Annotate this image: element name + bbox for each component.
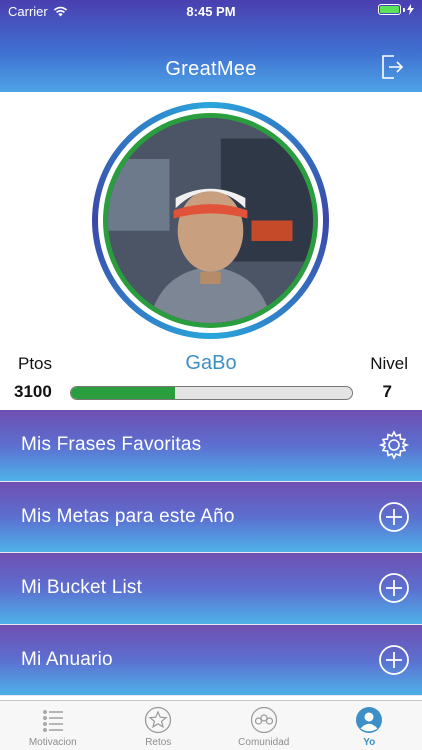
level-value: 7 bbox=[382, 382, 392, 401]
logout-icon[interactable] bbox=[380, 54, 404, 80]
avatar-photo bbox=[108, 118, 313, 323]
plus-circle-icon[interactable] bbox=[378, 572, 410, 604]
menu-item-frases-favoritas[interactable]: Mis Frases Favoritas bbox=[0, 410, 422, 482]
tab-bar: Motivacion Retos Comunidad Yo bbox=[0, 700, 422, 750]
menu-item-label: Mis Frases Favoritas bbox=[21, 434, 202, 456]
list-icon bbox=[42, 710, 63, 732]
tab-label: Yo bbox=[363, 737, 376, 748]
tab-comunidad[interactable]: Comunidad bbox=[211, 701, 317, 750]
avatar[interactable] bbox=[108, 118, 313, 323]
menu-item-bucket-list[interactable]: Mi Bucket List bbox=[0, 553, 422, 625]
tab-yo[interactable]: Yo bbox=[317, 701, 422, 750]
status-time: 8:45 PM bbox=[186, 4, 236, 19]
level-label: Nivel bbox=[370, 354, 408, 373]
menu-item-label: Mi Anuario bbox=[21, 648, 113, 670]
username: GaBo bbox=[185, 352, 237, 374]
charging-bolt-icon bbox=[407, 4, 414, 15]
points-value: 3100 bbox=[14, 382, 52, 401]
tab-motivacion[interactable]: Motivacion bbox=[0, 701, 106, 750]
menu-item-metas[interactable]: Mis Metas para este Año bbox=[0, 481, 422, 553]
user-icon bbox=[356, 707, 383, 733]
star-icon bbox=[145, 706, 172, 734]
tab-label: Retos bbox=[145, 737, 172, 748]
gear-icon[interactable] bbox=[378, 429, 410, 461]
profile-section: Ptos GaBo Nivel 3100 7 bbox=[0, 92, 422, 410]
plus-circle-icon[interactable] bbox=[378, 644, 410, 676]
menu-item-label: Mis Metas para este Año bbox=[21, 505, 235, 527]
level-progress-bar bbox=[70, 386, 353, 400]
menu-item-anuario[interactable]: Mi Anuario bbox=[0, 624, 422, 696]
tab-retos[interactable]: Retos bbox=[106, 701, 212, 750]
menu-list: Mis Frases Favoritas Mis Metas para este… bbox=[0, 410, 422, 696]
app-header: Carrier 8:45 PM GreatMee bbox=[0, 0, 422, 92]
battery-icon bbox=[378, 4, 414, 15]
plus-circle-icon[interactable] bbox=[378, 501, 410, 533]
tab-label: Comunidad bbox=[238, 737, 290, 748]
menu-item-label: Mi Bucket List bbox=[21, 577, 143, 599]
avatar-ring bbox=[92, 102, 329, 339]
level-progress-fill bbox=[71, 387, 175, 399]
tab-label: Motivacion bbox=[28, 737, 77, 748]
community-icon bbox=[250, 706, 277, 734]
status-bar: Carrier 8:45 PM bbox=[0, 0, 422, 22]
app-title: GreatMee bbox=[165, 58, 257, 80]
